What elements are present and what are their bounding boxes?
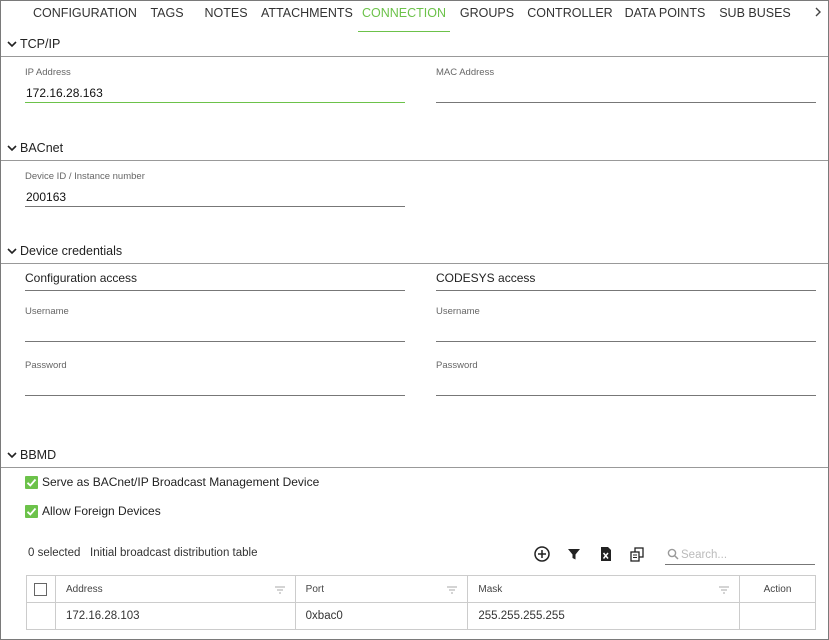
selected-count: 0 selected	[28, 547, 81, 559]
column-label: Port	[305, 583, 324, 595]
tab-configuration[interactable]: CONFIGURATION	[30, 1, 140, 32]
add-icon[interactable]	[533, 545, 551, 563]
section-title: BBMD	[20, 448, 57, 462]
table-header-row: Address Port Mask Action	[26, 575, 816, 603]
ip-address-label: IP Address	[25, 67, 71, 78]
tab-tags[interactable]: TAGS	[144, 1, 190, 32]
check-icon	[26, 507, 37, 516]
allow-foreign-label: Allow Foreign Devices	[42, 504, 161, 518]
action-cell[interactable]	[739, 602, 816, 630]
configuration-access-heading: Configuration access	[25, 269, 405, 291]
tab-sub-buses[interactable]: SUB BUSES	[717, 1, 793, 32]
tab-controller[interactable]: CONTROLLER	[527, 1, 613, 32]
address-cell: 172.16.28.103	[54, 602, 296, 630]
mac-address-label: MAC Address	[436, 67, 495, 78]
search-icon	[667, 548, 679, 560]
tab-groups[interactable]: GROUPS	[457, 1, 517, 32]
filter-icon[interactable]	[565, 545, 583, 563]
copy-icon[interactable]	[628, 545, 646, 563]
section-title: Device credentials	[20, 244, 123, 258]
column-label: Mask	[478, 583, 503, 595]
port-cell: 0xbac0	[294, 602, 469, 630]
tabs-next-arrow-icon[interactable]	[809, 1, 827, 25]
section-bbmd[interactable]: BBMD	[1, 444, 828, 468]
section-title: TCP/IP	[20, 37, 61, 51]
row-select-cell[interactable]	[26, 602, 56, 630]
search-box[interactable]	[665, 545, 815, 565]
tab-data-points[interactable]: DATA POINTS	[623, 1, 707, 32]
section-device-credentials[interactable]: Device credentials	[1, 240, 828, 264]
search-input[interactable]	[681, 546, 811, 563]
column-header-action: Action	[739, 575, 816, 603]
column-label: Address	[65, 583, 103, 595]
select-all-header[interactable]	[26, 575, 56, 603]
codesys-access-heading: CODESYS access	[436, 269, 816, 291]
config-username-input[interactable]	[25, 322, 405, 342]
device-id-input[interactable]: 200163	[25, 187, 405, 207]
ip-address-input[interactable]: 172.16.28.163	[25, 83, 405, 103]
tab-connection[interactable]: CONNECTION	[358, 1, 450, 32]
select-all-checkbox[interactable]	[34, 582, 47, 596]
device-id-label: Device ID / Instance number	[25, 171, 145, 182]
codesys-username-field[interactable]: Username	[436, 306, 816, 346]
tab-bar: CONFIGURATION TAGS NOTES ATTACHMENTS CON…	[1, 1, 828, 32]
codesys-username-input[interactable]	[436, 322, 816, 342]
chevron-down-icon	[7, 248, 17, 255]
config-password-field[interactable]: Password	[25, 360, 405, 400]
column-header-mask[interactable]: Mask	[467, 575, 741, 603]
table-title: Initial broadcast distribution table	[90, 547, 258, 559]
section-bacnet[interactable]: BACnet	[1, 137, 828, 161]
column-header-port[interactable]: Port	[294, 575, 469, 603]
check-icon	[26, 478, 37, 487]
section-title: BACnet	[20, 141, 64, 155]
username-label: Username	[25, 306, 69, 317]
ip-address-field[interactable]: IP Address 172.16.28.163	[25, 67, 405, 107]
allow-foreign-checkbox[interactable]	[25, 505, 38, 518]
column-header-address[interactable]: Address	[54, 575, 296, 603]
password-label: Password	[25, 360, 67, 371]
table-toolbar: 0 selected Initial broadcast distributio…	[1, 541, 828, 569]
column-menu-icon[interactable]	[274, 586, 285, 594]
chevron-down-icon	[7, 41, 17, 48]
excel-export-icon[interactable]	[597, 545, 615, 563]
chevron-down-icon	[7, 452, 17, 459]
codesys-password-field[interactable]: Password	[436, 360, 816, 400]
password-label: Password	[436, 360, 478, 371]
codesys-password-input[interactable]	[436, 376, 816, 396]
section-tcpip[interactable]: TCP/IP	[1, 33, 828, 57]
connection-panel: CONFIGURATION TAGS NOTES ATTACHMENTS CON…	[0, 0, 829, 640]
tab-attachments[interactable]: ATTACHMENTS	[261, 1, 353, 32]
username-label: Username	[436, 306, 480, 317]
mac-address-input[interactable]	[436, 83, 816, 103]
mask-cell: 255.255.255.255	[467, 602, 741, 630]
bdt-table: Address Port Mask Action 172.16.28.103 0…	[26, 575, 816, 630]
column-menu-icon[interactable]	[447, 586, 458, 594]
config-password-input[interactable]	[25, 376, 405, 396]
config-username-field[interactable]: Username	[25, 306, 405, 346]
table-row[interactable]: 172.16.28.103 0xbac0 255.255.255.255	[26, 602, 816, 630]
tab-notes[interactable]: NOTES	[199, 1, 253, 32]
chevron-down-icon	[7, 145, 17, 152]
serve-bbmd-label: Serve as BACnet/IP Broadcast Management …	[42, 475, 320, 489]
column-menu-icon[interactable]	[719, 586, 730, 594]
serve-bbmd-checkbox[interactable]	[25, 476, 38, 489]
mac-address-field[interactable]: MAC Address	[436, 67, 816, 107]
device-id-field[interactable]: Device ID / Instance number 200163	[25, 171, 405, 211]
